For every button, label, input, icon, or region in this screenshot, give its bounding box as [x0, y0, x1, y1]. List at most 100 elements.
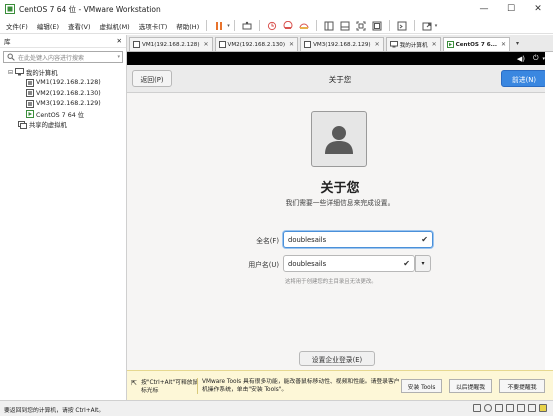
tab-centos[interactable]: CentOS 7 6... ✕ — [442, 37, 511, 51]
vm-icon — [133, 41, 140, 48]
close-icon[interactable]: ✕ — [501, 41, 506, 48]
vm-running-icon — [446, 41, 454, 48]
sound-icon[interactable] — [517, 404, 525, 412]
close-icon[interactable]: ✕ — [375, 41, 380, 48]
window-title: CentOS 7 64 位 - VMware Workstation — [19, 4, 161, 14]
library-close-button[interactable]: ✕ — [117, 37, 122, 45]
menu-edit[interactable]: 编辑(E) — [37, 21, 59, 31]
toolbar-separator — [206, 20, 208, 31]
tools-notification: ⇱ 按"Ctrl+Alt"可释放鼠标光标 VMware Tools 具有很多功能… — [127, 370, 553, 400]
fullname-label: 全名(F) — [256, 237, 279, 245]
fullscreen-icon[interactable] — [355, 20, 367, 32]
mouse-pointer-icon: ⇱ — [131, 379, 137, 387]
about-subtitle: 我们需要一些详细信息来完成设置。 — [285, 199, 395, 207]
release-tip: 按"Ctrl+Alt"可释放鼠标光标 — [141, 380, 199, 394]
chevron-down-icon[interactable]: ▾ — [435, 23, 438, 29]
guest-screen[interactable]: ◀) ⏻ ▾ 返回(P) 关于您 前进(N) 关于您 我们需要一些详细信息来完成… — [127, 52, 553, 370]
close-icon[interactable]: ✕ — [432, 41, 437, 48]
tree-item-shared[interactable]: 共享的虚拟机 — [0, 120, 126, 131]
maximize-button[interactable]: ☐ — [498, 0, 524, 18]
enterprise-login-button[interactable]: 设置企业登录(E) — [299, 351, 375, 366]
avatar[interactable] — [311, 111, 367, 167]
check-icon: ✔ — [421, 235, 428, 244]
library-title: 库 — [4, 38, 11, 46]
title-bar: CentOS 7 64 位 - VMware Workstation — ☐ ✕ — [0, 0, 553, 18]
menu-vm[interactable]: 虚拟机(M) — [100, 21, 130, 31]
stretch-icon[interactable] — [421, 20, 433, 32]
power-icon[interactable]: ⏻ — [533, 54, 539, 63]
tree-item-vm2[interactable]: VM2(192.168.2.130) — [0, 88, 126, 99]
revert-snapshot-icon[interactable] — [282, 20, 294, 32]
shared-icon — [18, 120, 27, 129]
menu-view[interactable]: 查看(V) — [68, 21, 91, 31]
remind-later-button[interactable]: 以后提醒我 — [449, 379, 492, 393]
library-search-input[interactable]: 在此处键入内容进行搜索 ▾ — [3, 51, 123, 63]
toolbar-separator — [233, 20, 235, 31]
cdrom-icon[interactable] — [484, 404, 492, 412]
toolbar-separator — [315, 20, 317, 31]
chevron-down-icon[interactable]: ▾ — [227, 23, 230, 29]
menu-tabs[interactable]: 选项卡(T) — [139, 21, 168, 31]
menu-help[interactable]: 帮助(H) — [176, 21, 199, 31]
close-button[interactable]: ✕ — [525, 0, 551, 18]
sidebar-view-icon[interactable] — [323, 20, 335, 32]
display-icon[interactable] — [528, 404, 536, 412]
vm-icon — [26, 89, 34, 98]
install-tools-button[interactable]: 安装 Tools — [401, 379, 442, 393]
library-tree: ⊟ 我的计算机 VM1(192.168.2.128) VM2(192.168.2… — [0, 67, 126, 130]
chevron-down-icon: ▾ — [421, 260, 425, 267]
fullname-field[interactable]: doublesails ✔ — [283, 231, 433, 248]
unity-icon[interactable] — [371, 20, 383, 32]
tree-item-my-computer[interactable]: ⊟ 我的计算机 — [0, 67, 126, 78]
vm-icon — [26, 99, 34, 108]
volume-icon[interactable]: ◀) — [517, 55, 525, 63]
pause-icon[interactable] — [213, 20, 225, 32]
vm-icon — [218, 41, 226, 48]
tab-list-chevron-icon[interactable]: ▾ — [516, 40, 519, 47]
tab-my-computer[interactable]: 我的计算机 ✕ — [385, 37, 441, 51]
tree-item-vm1[interactable]: VM1(192.168.2.128) — [0, 78, 126, 89]
menu-bar: 文件(F) 编辑(E) 查看(V) 虚拟机(M) 选项卡(T) 帮助(H) ▾ … — [0, 18, 553, 34]
tools-message: VMware Tools 具有很多功能，能改善鼠标移动性、视频和性能。请登录客户… — [197, 378, 402, 394]
about-title: 关于您 — [320, 181, 360, 196]
toolbar-separator — [413, 20, 415, 31]
vm-running-icon — [26, 110, 34, 119]
toolbar-separator — [258, 20, 260, 31]
thumbnail-view-icon[interactable] — [339, 20, 351, 32]
tab-vm3[interactable]: VM3(192.168.2.129) ✕ — [300, 37, 384, 51]
computer-icon — [389, 41, 398, 48]
device-icons — [473, 404, 547, 412]
minimize-button[interactable]: — — [471, 0, 497, 18]
manage-snapshot-icon[interactable] — [298, 20, 310, 32]
status-text: 要返回到您的计算机，请按 Ctrl+Alt。 — [4, 408, 105, 414]
close-icon[interactable]: ✕ — [204, 41, 209, 48]
snapshot-icon[interactable] — [266, 20, 278, 32]
tree-item-vm3[interactable]: VM3(192.168.2.129) — [0, 99, 126, 110]
username-dropdown-button[interactable]: ▾ — [415, 255, 431, 272]
never-remind-button[interactable]: 不要提醒我 — [499, 379, 545, 393]
tree-item-centos[interactable]: CentOS 7 64 位 — [0, 109, 126, 120]
status-bar: 要返回到您的计算机，请按 Ctrl+Alt。 — [0, 400, 553, 416]
send-keys-icon[interactable] — [241, 20, 253, 32]
message-icon[interactable] — [539, 404, 547, 412]
setup-title: 关于您 — [328, 75, 352, 84]
collapse-icon[interactable]: ⊟ — [8, 69, 13, 76]
check-icon: ✔ — [403, 259, 410, 268]
username-hint: 这将用于创建您的主目录且无法更改。 — [285, 279, 377, 285]
toolbar-separator — [388, 20, 390, 31]
vm-icon — [26, 78, 34, 87]
menu-file[interactable]: 文件(F) — [6, 21, 28, 31]
hdd-icon[interactable] — [473, 404, 481, 412]
tab-vm2[interactable]: VM2(192.168.2.130) ✕ — [214, 37, 299, 51]
network-icon[interactable] — [495, 404, 503, 412]
usb-icon[interactable] — [506, 404, 514, 412]
console-icon[interactable] — [396, 20, 408, 32]
vm-icon — [5, 4, 15, 14]
chevron-down-icon[interactable]: ▾ — [117, 54, 120, 60]
user-avatar-icon — [325, 126, 353, 154]
next-button[interactable]: 前进(N) — [501, 70, 547, 87]
username-field[interactable]: doublesails ✔ — [283, 255, 415, 272]
setup-header: 返回(P) 关于您 前进(N) — [127, 65, 553, 93]
close-icon[interactable]: ✕ — [289, 41, 294, 48]
tab-vm1[interactable]: VM1(192.168.2.128) ✕ — [129, 37, 213, 51]
